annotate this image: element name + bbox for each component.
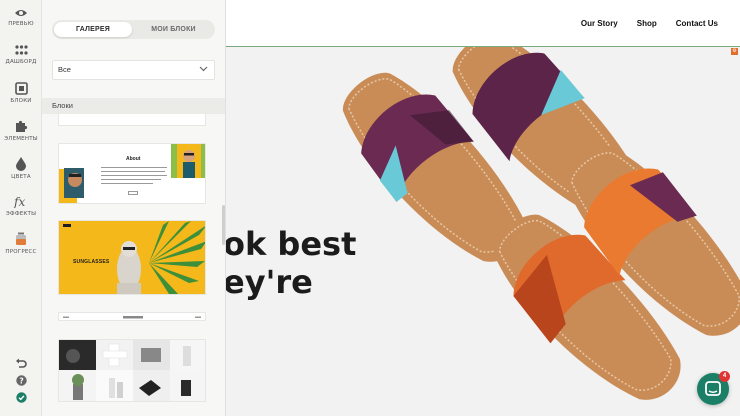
icon-rail: ПРЕВЬЮ ДАШБОРД БЛОКИ ЭЛЕМЕНТЫ ЦВЕТА fx Э… bbox=[0, 0, 42, 416]
header-thumb-art bbox=[63, 316, 201, 319]
about-thumb-title: About bbox=[126, 156, 141, 162]
effects-fx-icon: fx bbox=[13, 195, 25, 208]
text-line bbox=[101, 179, 161, 181]
block-thumb-product-grid[interactable] bbox=[58, 339, 206, 402]
sunglasses-thumb-art bbox=[59, 221, 205, 294]
block-thumb-partial[interactable] bbox=[58, 114, 206, 126]
sunglasses-thumb-title: SUNGLASSES bbox=[73, 259, 110, 265]
text-line bbox=[101, 171, 165, 173]
section-header-blocks: Блоки bbox=[42, 98, 225, 114]
site-nav: Our Story Shop Contact Us bbox=[581, 19, 718, 28]
rail-item-effects[interactable]: fx ЭФФЕКТЫ bbox=[0, 195, 42, 217]
block-settings-icon[interactable]: ⚙ bbox=[731, 48, 738, 55]
rail-label-preview: ПРЕВЬЮ bbox=[8, 21, 34, 27]
progress-jar-icon bbox=[16, 232, 26, 245]
svg-text:fx: fx bbox=[13, 195, 25, 208]
rail-item-preview[interactable]: ПРЕВЬЮ bbox=[0, 8, 42, 27]
blocks-icon bbox=[14, 82, 28, 95]
text-line bbox=[101, 167, 167, 169]
category-select-value: Все bbox=[58, 65, 71, 74]
chat-unread-badge: 4 bbox=[719, 371, 730, 382]
about-thumb-button bbox=[128, 191, 138, 195]
gallery-tabs: ГАЛЕРЕЯ МОИ БЛОКИ bbox=[52, 20, 215, 39]
product-grid-thumb-art bbox=[59, 340, 205, 401]
site-preview: Our Story Shop Contact Us ok best ey're … bbox=[226, 0, 740, 416]
nav-link-contact-us[interactable]: Contact Us bbox=[676, 19, 718, 28]
rail-label-elements: ЭЛЕМЕНТЫ bbox=[4, 136, 38, 142]
help-button[interactable]: ? bbox=[0, 375, 42, 386]
dashboard-grid-icon bbox=[14, 45, 28, 55]
block-thumb-about[interactable]: About bbox=[58, 143, 206, 204]
hero-section[interactable]: ok best ey're ⚙ bbox=[226, 46, 740, 416]
nav-link-shop[interactable]: Shop bbox=[637, 19, 657, 28]
undo-button[interactable] bbox=[0, 358, 42, 369]
check-circle-icon bbox=[15, 392, 27, 403]
category-select[interactable]: Все bbox=[52, 60, 215, 80]
panel-scrollbar[interactable] bbox=[222, 205, 225, 245]
rail-item-progress[interactable]: ПРОГРЕСС bbox=[0, 232, 42, 255]
tab-my-blocks[interactable]: МОИ БЛОКИ bbox=[134, 22, 213, 37]
editor-app: ПРЕВЬЮ ДАШБОРД БЛОКИ ЭЛЕМЕНТЫ ЦВЕТА fx Э… bbox=[0, 0, 740, 416]
block-thumb-sunglasses[interactable]: SUNGLASSES bbox=[58, 220, 206, 295]
about-thumb-art bbox=[59, 144, 205, 203]
hero-title: ok best ey're bbox=[226, 225, 357, 301]
eye-icon bbox=[15, 10, 27, 16]
rail-label-dashboard: ДАШБОРД bbox=[5, 59, 37, 65]
svg-text:?: ? bbox=[19, 376, 23, 385]
help-icon: ? bbox=[15, 375, 27, 386]
blocks-panel: ГАЛЕРЕЯ МОИ БЛОКИ Все Блоки About SUNGLA… bbox=[42, 0, 226, 416]
publish-check-button[interactable] bbox=[0, 392, 42, 403]
rail-label-progress: ПРОГРЕСС bbox=[5, 249, 37, 255]
color-drop-icon bbox=[16, 157, 26, 171]
text-line bbox=[101, 175, 167, 177]
rail-label-blocks: БЛОКИ bbox=[10, 98, 32, 104]
tab-gallery[interactable]: ГАЛЕРЕЯ bbox=[54, 22, 132, 37]
text-line bbox=[101, 183, 153, 185]
nav-link-our-story[interactable]: Our Story bbox=[581, 19, 618, 28]
rail-item-elements[interactable]: ЭЛЕМЕНТЫ bbox=[0, 119, 42, 142]
block-thumb-header[interactable] bbox=[58, 312, 206, 321]
chevron-down-icon bbox=[199, 66, 208, 72]
rail-item-blocks[interactable]: БЛОКИ bbox=[0, 82, 42, 104]
undo-icon bbox=[16, 358, 27, 368]
rail-label-effects: ЭФФЕКТЫ bbox=[5, 211, 37, 217]
rail-item-colors[interactable]: ЦВЕТА bbox=[0, 156, 42, 180]
puzzle-icon bbox=[16, 120, 28, 132]
rail-item-dashboard[interactable]: ДАШБОРД bbox=[0, 45, 42, 65]
rail-label-colors: ЦВЕТА bbox=[11, 174, 31, 180]
